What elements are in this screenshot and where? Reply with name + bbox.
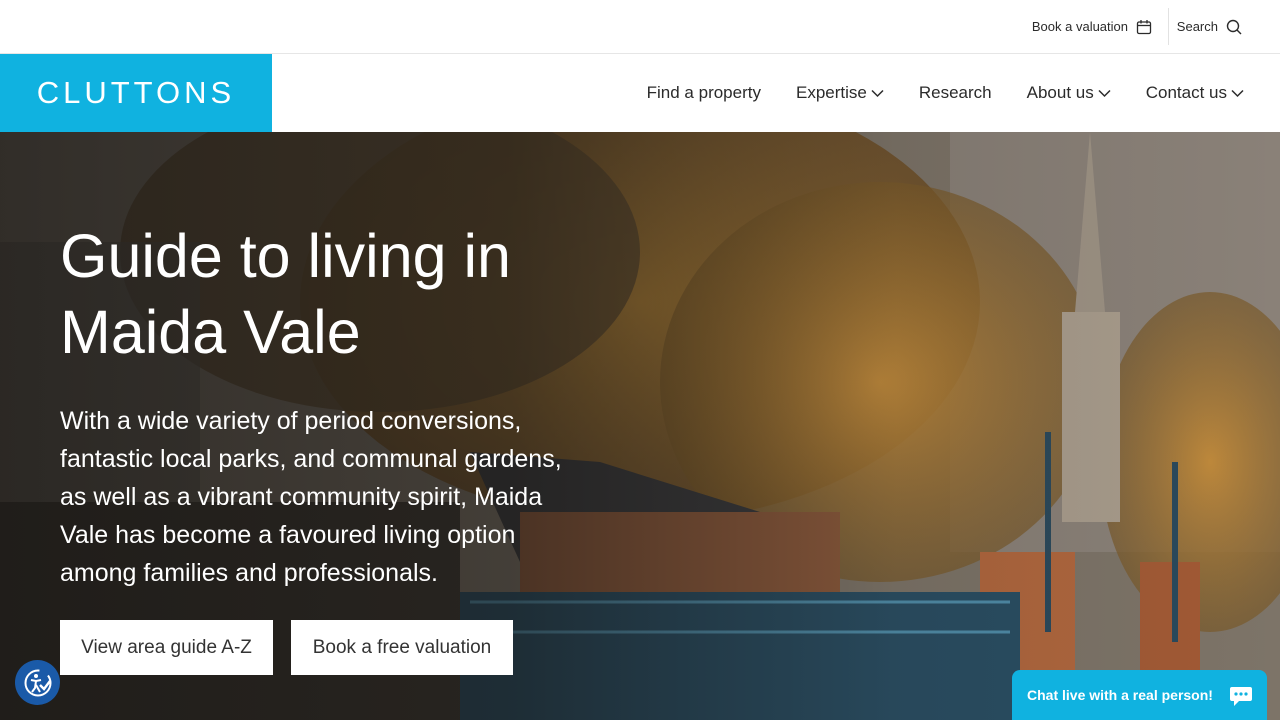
- book-valuation-link[interactable]: Book a valuation: [1032, 0, 1152, 53]
- nav-item-find-a-property[interactable]: Find a property: [647, 83, 761, 103]
- chat-widget[interactable]: Chat live with a real person!: [1012, 670, 1267, 720]
- hero-title: Guide to living in Maida Vale: [60, 222, 511, 366]
- search-label: Search: [1176, 19, 1218, 34]
- nav-item-expertise[interactable]: Expertise: [796, 83, 884, 103]
- utility-bar: Book a valuation Search: [0, 0, 1280, 54]
- main-header: CLUTTONS Find a property Expertise Resea…: [0, 54, 1280, 132]
- hero: Guide to living in Maida Vale With a wid…: [0, 132, 1280, 720]
- nav-item-contact-us[interactable]: Contact us: [1146, 83, 1244, 103]
- nav-label: Research: [918, 83, 992, 102]
- nav-label: Expertise: [795, 83, 867, 102]
- nav-item-about-us[interactable]: About us: [1027, 83, 1111, 103]
- search-icon: [1226, 19, 1242, 34]
- nav-label: Find a property: [646, 83, 761, 102]
- logo[interactable]: CLUTTONS: [0, 54, 272, 132]
- chat-label: Chat live with a real person!: [1027, 687, 1213, 703]
- nav-label: About us: [1026, 83, 1094, 102]
- nav-item-research[interactable]: Research: [919, 83, 992, 103]
- search-link[interactable]: Search: [1177, 0, 1242, 53]
- book-free-valuation-button[interactable]: Book a free valuation: [291, 620, 513, 675]
- utility-divider: [1168, 8, 1169, 45]
- book-valuation-label: Book a valuation: [1031, 19, 1128, 34]
- chevron-down-icon: [1231, 89, 1244, 97]
- calendar-icon: [1136, 19, 1152, 34]
- accessibility-button[interactable]: [15, 660, 60, 705]
- accessibility-icon: [24, 669, 51, 696]
- main-nav: Find a property Expertise Research About…: [612, 54, 1244, 132]
- hero-description: With a wide variety of period conversion…: [60, 407, 562, 587]
- chat-bubble-icon: [1230, 687, 1252, 706]
- nav-label: Contact us: [1145, 83, 1227, 102]
- chevron-down-icon: [871, 89, 884, 97]
- view-area-guide-button[interactable]: View area guide A-Z: [60, 620, 273, 675]
- chevron-down-icon: [1098, 89, 1111, 97]
- logo-text: CLUTTONS: [36, 75, 236, 110]
